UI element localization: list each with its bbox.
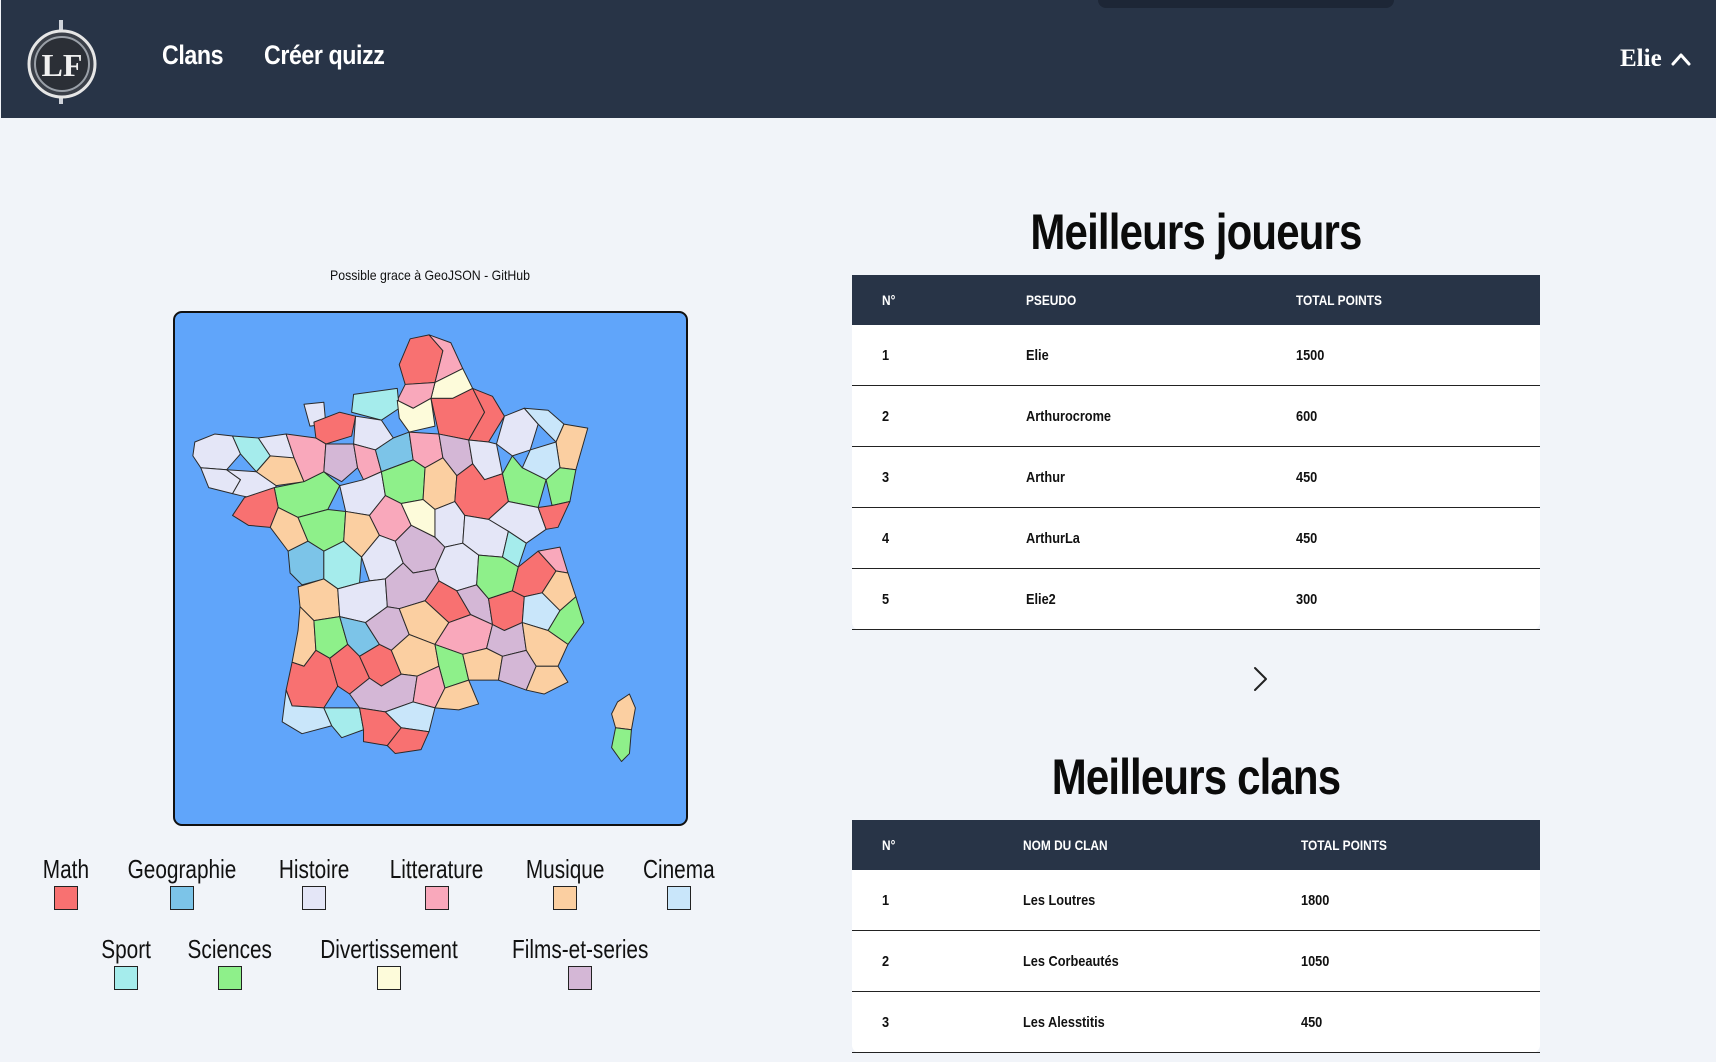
logo-emblem-icon[interactable]: LF [26, 20, 98, 104]
clans-table: N° NOM DU CLAN TOTAL POINTS 1 Les Loutre… [852, 820, 1540, 1053]
header-clan-name: NOM DU CLAN [1023, 837, 1108, 853]
row-clan-name: Les Loutres [1023, 891, 1096, 909]
table-row[interactable]: 4 ArthurLa 450 [852, 508, 1540, 569]
header-total-points: TOTAL POINTS [1296, 292, 1382, 308]
row-rank: 2 [882, 952, 890, 970]
legend-item-math: Math [37, 854, 95, 910]
row-points: 1500 [1296, 346, 1325, 364]
players-table: N° PSEUDO TOTAL POINTS 1 Elie 1500 2 Art… [852, 275, 1540, 630]
row-points: 1050 [1301, 952, 1330, 970]
row-pseudo: Elie2 [1026, 590, 1056, 608]
legend-label: Sport [101, 934, 151, 964]
row-rank: 1 [882, 346, 890, 364]
legend-swatch [114, 966, 139, 990]
table-row[interactable]: 1 Elie 1500 [852, 325, 1540, 386]
row-points: 1800 [1301, 891, 1330, 909]
navbar: LF Clans Créer quizz Elie [1, 0, 1716, 118]
row-pseudo: Elie [1026, 346, 1049, 364]
header-total-points: TOTAL POINTS [1301, 837, 1387, 853]
legend-row: Math Geographie Histoire Litterature Mus… [0, 854, 760, 910]
legend-swatch [424, 886, 449, 910]
legend-item-musique: Musique [516, 854, 614, 910]
legend-swatch [552, 886, 577, 910]
nav-link-clans[interactable]: Clans [162, 40, 224, 71]
france-departments [192, 334, 636, 762]
nav-top-indicator [1098, 0, 1394, 8]
row-pseudo: ArthurLa [1026, 529, 1080, 547]
legend-item-films-et-series: Films-et-series [495, 934, 665, 990]
legend-label: Litterature [390, 854, 484, 884]
france-map[interactable] [173, 311, 688, 826]
map-region [192, 433, 241, 471]
svg-text:LF: LF [42, 47, 83, 83]
row-points: 450 [1296, 529, 1318, 547]
header-rank: N° [882, 292, 896, 308]
map-region [611, 727, 632, 762]
table-row[interactable]: 2 Arthurocrome 600 [852, 386, 1540, 447]
legend-item-geographie: Geographie [114, 854, 250, 910]
legend-swatch [666, 886, 691, 910]
legend-item-sport: Sport [95, 934, 157, 990]
row-pseudo: Arthurocrome [1026, 407, 1112, 425]
table-row[interactable]: 3 Les Alesstitis 450 [852, 992, 1540, 1053]
header-rank: N° [882, 837, 896, 853]
table-row[interactable]: 2 Les Corbeautés 1050 [852, 931, 1540, 992]
legend-label: Sciences [187, 934, 273, 964]
row-points: 450 [1301, 1013, 1323, 1031]
table-header: N° NOM DU CLAN TOTAL POINTS [852, 820, 1540, 870]
row-clan-name: Les Corbeautés [1023, 952, 1119, 970]
legend-swatch [567, 966, 592, 990]
table-row[interactable]: 1 Les Loutres 1800 [852, 870, 1540, 931]
map-region [462, 647, 503, 681]
nav-link-create-quiz[interactable]: Créer quizz [264, 40, 385, 71]
legend-swatch [217, 966, 242, 990]
legend-label: Cinema [642, 854, 715, 884]
legend-swatch [376, 966, 401, 990]
legend-item-divertissement: Divertissement [303, 934, 475, 990]
map-region [611, 693, 636, 731]
map-credit: Possible grace à GeoJSON - GitHub [330, 267, 530, 283]
user-menu[interactable]: Elie [1620, 42, 1692, 76]
map-region [555, 423, 589, 471]
table-row[interactable]: 3 Arthur 450 [852, 447, 1540, 508]
row-rank: 3 [882, 468, 890, 486]
map-region [351, 387, 400, 421]
clans-title: Meilleurs clans [1051, 749, 1341, 805]
chevron-right-icon[interactable] [1248, 664, 1272, 694]
row-rank: 1 [882, 891, 890, 909]
legend-swatch [170, 886, 195, 910]
legend-label: Math [42, 854, 89, 884]
legend-swatch [302, 886, 327, 910]
row-pseudo: Arthur [1026, 468, 1065, 486]
legend-label: Geographie [127, 854, 237, 884]
legend-label: Divertissement [319, 934, 458, 964]
legend-label: Musique [525, 854, 604, 884]
user-name: Elie [1620, 45, 1662, 72]
legend-label: Histoire [279, 854, 350, 884]
row-rank: 5 [882, 590, 890, 608]
row-rank: 2 [882, 407, 890, 425]
map-region [434, 501, 466, 548]
row-points: 600 [1296, 407, 1318, 425]
row-rank: 3 [882, 1013, 890, 1031]
players-title: Meilleurs joueurs [1030, 204, 1362, 260]
legend-label: Films-et-series [511, 934, 648, 964]
table-row[interactable]: 5 Elie2 300 [852, 569, 1540, 630]
row-rank: 4 [882, 529, 890, 547]
table-header: N° PSEUDO TOTAL POINTS [852, 275, 1540, 325]
legend-item-histoire: Histoire [270, 854, 358, 910]
row-points: 300 [1296, 590, 1318, 608]
row-points: 450 [1296, 468, 1318, 486]
legend-item-sciences: Sciences [177, 934, 283, 990]
legend-swatch [53, 886, 78, 910]
legend-item-litterature: Litterature [378, 854, 495, 910]
legend-item-cinema: Cinema [634, 854, 724, 910]
chevron-up-icon [1671, 53, 1691, 66]
legend-row: Sport Sciences Divertissement Films-et-s… [0, 934, 760, 990]
row-clan-name: Les Alesstitis [1023, 1013, 1105, 1031]
header-pseudo: PSEUDO [1026, 292, 1077, 308]
